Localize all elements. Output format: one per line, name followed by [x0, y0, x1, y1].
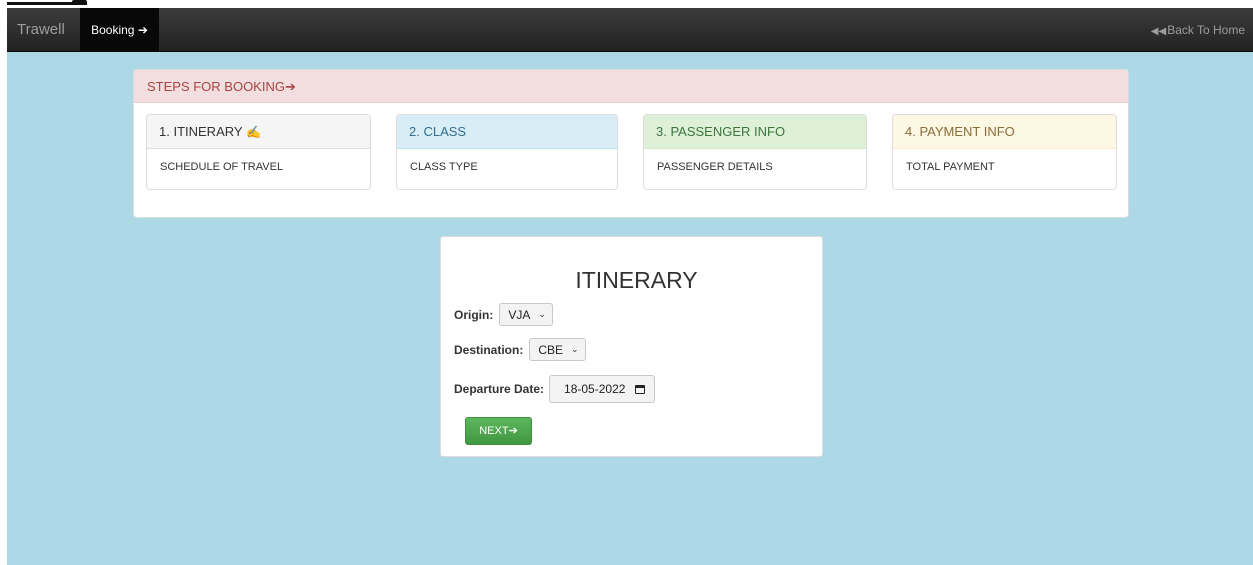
back-to-home-label: Back To Home — [1167, 23, 1245, 37]
arrow-right-icon: ➔ — [284, 79, 296, 94]
page-frame: Trawell Booking ➔ ◀◀Back To Home STEPS F… — [7, 8, 1253, 565]
step-passenger-heading: 3. PASSENGER INFO — [644, 115, 866, 149]
step-title: 1. ITINERARY — [159, 124, 243, 139]
navbar: Trawell Booking ➔ ◀◀Back To Home — [7, 8, 1253, 52]
fast-backward-icon: ◀◀ — [1150, 26, 1167, 37]
destination-row: Destination: CBE ⌄ — [454, 338, 586, 361]
origin-value: VJA — [508, 307, 531, 322]
top-edge-strip — [7, 0, 87, 8]
check-mark-icon: ✍ — [245, 125, 261, 139]
step-payment-heading: 4. PAYMENT INFO — [893, 115, 1116, 149]
step-class-heading: 2. CLASS — [397, 115, 617, 149]
chevron-down-icon: ⌄ — [571, 344, 579, 354]
origin-row: Origin: VJA ⌄ — [454, 303, 553, 326]
calendar-icon[interactable] — [635, 384, 646, 394]
nav-item-booking-label: Booking — [91, 23, 135, 37]
step-passenger-info: 3. PASSENGER INFO PASSENGER DETAILS — [643, 114, 867, 190]
next-button-label: NEXT — [479, 425, 509, 437]
chevron-down-icon: ⌄ — [538, 309, 546, 319]
step-itinerary: 1. ITINERARY ✍ SCHEDULE OF TRAVEL — [146, 114, 371, 190]
destination-select[interactable]: CBE ⌄ — [529, 338, 586, 361]
steps-panel-heading: STEPS FOR BOOKING➔ — [134, 70, 1128, 103]
departure-date-input[interactable]: 18-05-2022 — [549, 375, 656, 403]
brand-link[interactable]: Trawell — [17, 8, 65, 52]
step-body: TOTAL PAYMENT — [906, 161, 995, 173]
origin-label: Origin: — [454, 307, 494, 322]
form-title: ITINERARY — [575, 267, 698, 293]
step-body: CLASS TYPE — [410, 161, 478, 173]
departure-date-value: 18-05-2022 — [564, 382, 626, 396]
origin-select[interactable]: VJA ⌄ — [499, 303, 553, 326]
itinerary-form-card: ITINERARY Origin: VJA ⌄ Destination: CBE… — [440, 236, 823, 457]
next-button[interactable]: NEXT➔ — [465, 417, 532, 445]
departure-date-label: Departure Date: — [454, 382, 545, 396]
back-to-home-link[interactable]: ◀◀Back To Home — [1151, 8, 1245, 52]
arrow-right-icon: ➔ — [137, 23, 148, 37]
steps-heading-label: STEPS FOR BOOKING — [147, 79, 285, 94]
departure-date-row: Departure Date: 18-05-2022 — [454, 375, 656, 403]
destination-value: CBE — [538, 342, 564, 357]
top-edge-tab — [72, 0, 87, 4]
step-payment-info: 4. PAYMENT INFO TOTAL PAYMENT — [892, 114, 1117, 190]
steps-panel: STEPS FOR BOOKING➔ 1. ITINERARY ✍ SCHEDU… — [133, 69, 1129, 218]
arrow-right-icon: ➔ — [508, 425, 518, 437]
step-body: SCHEDULE OF TRAVEL — [160, 161, 284, 173]
step-itinerary-heading: 1. ITINERARY ✍ — [147, 115, 370, 149]
destination-label: Destination: — [454, 342, 524, 357]
nav-item-booking[interactable]: Booking ➔ — [80, 8, 159, 52]
step-body: PASSENGER DETAILS — [657, 161, 773, 173]
step-class: 2. CLASS CLASS TYPE — [396, 114, 618, 190]
